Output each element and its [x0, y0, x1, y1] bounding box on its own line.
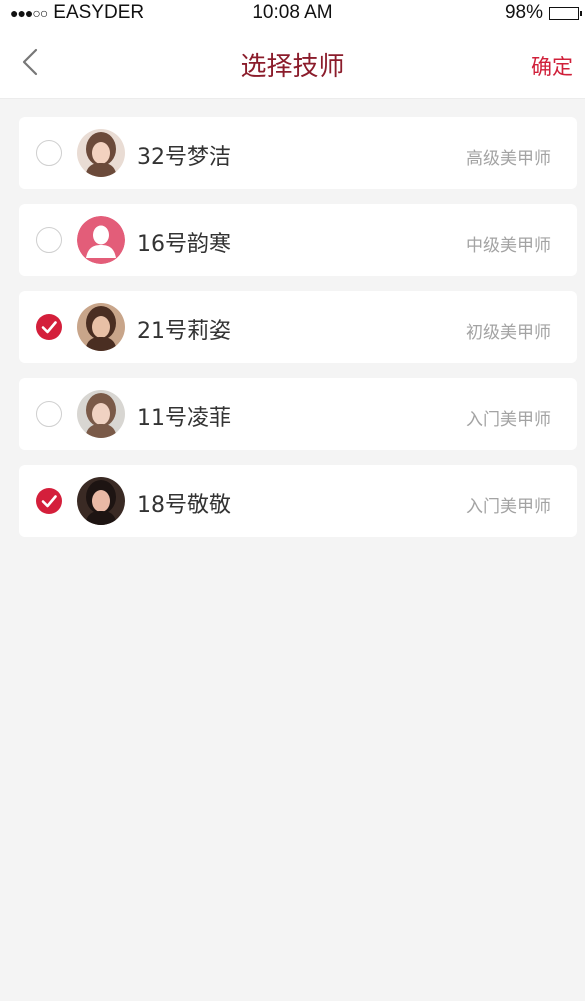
technician-level: 初级美甲师 — [466, 323, 551, 343]
avatar — [77, 303, 125, 351]
technician-name: 16号韵寒 — [137, 232, 231, 257]
technician-row[interactable]: 18号敬敬 入门美甲师 — [19, 465, 577, 537]
technician-name: 11号凌菲 — [137, 406, 231, 431]
status-right: 98% — [504, 2, 582, 24]
technician-level: 高级美甲师 — [466, 149, 551, 169]
avatar — [77, 390, 125, 438]
radio-checked-icon[interactable] — [36, 488, 62, 514]
radio-checked-icon[interactable] — [36, 314, 62, 340]
battery-percent: 98% — [504, 2, 543, 23]
status-time: 10:08 AM — [252, 2, 333, 23]
default-avatar-icon — [77, 216, 125, 264]
avatar — [77, 129, 125, 177]
technician-name: 32号梦洁 — [137, 145, 231, 170]
nav-bar: 选择技师 确定 — [0, 26, 585, 99]
technician-row[interactable]: 21号莉姿 初级美甲师 — [19, 291, 577, 363]
radio-unchecked-icon[interactable] — [36, 227, 62, 253]
radio-unchecked-icon[interactable] — [36, 140, 62, 166]
status-bar: ●●●○○ EASYDER 10:08 AM 98% — [0, 0, 585, 26]
avatar — [77, 477, 125, 525]
confirm-button[interactable]: 确定 — [531, 51, 573, 81]
technician-level: 入门美甲师 — [466, 410, 551, 430]
technician-name: 21号莉姿 — [137, 319, 231, 344]
technician-row[interactable]: 11号凌菲 入门美甲师 — [19, 378, 577, 450]
technician-level: 入门美甲师 — [466, 497, 551, 517]
technician-row[interactable]: 32号梦洁 高级美甲师 — [19, 117, 577, 189]
battery-icon — [549, 6, 582, 20]
technician-level: 中级美甲师 — [466, 236, 551, 256]
technician-list: 32号梦洁 高级美甲师 16号韵寒 中级美甲师 21号莉姿 初级美甲师 11号凌菲 入门美甲师… — [19, 117, 577, 552]
page-title: 选择技师 — [240, 52, 345, 82]
technician-name: 18号敬敬 — [137, 493, 231, 518]
radio-unchecked-icon[interactable] — [36, 401, 62, 427]
technician-row[interactable]: 16号韵寒 中级美甲师 — [19, 204, 577, 276]
